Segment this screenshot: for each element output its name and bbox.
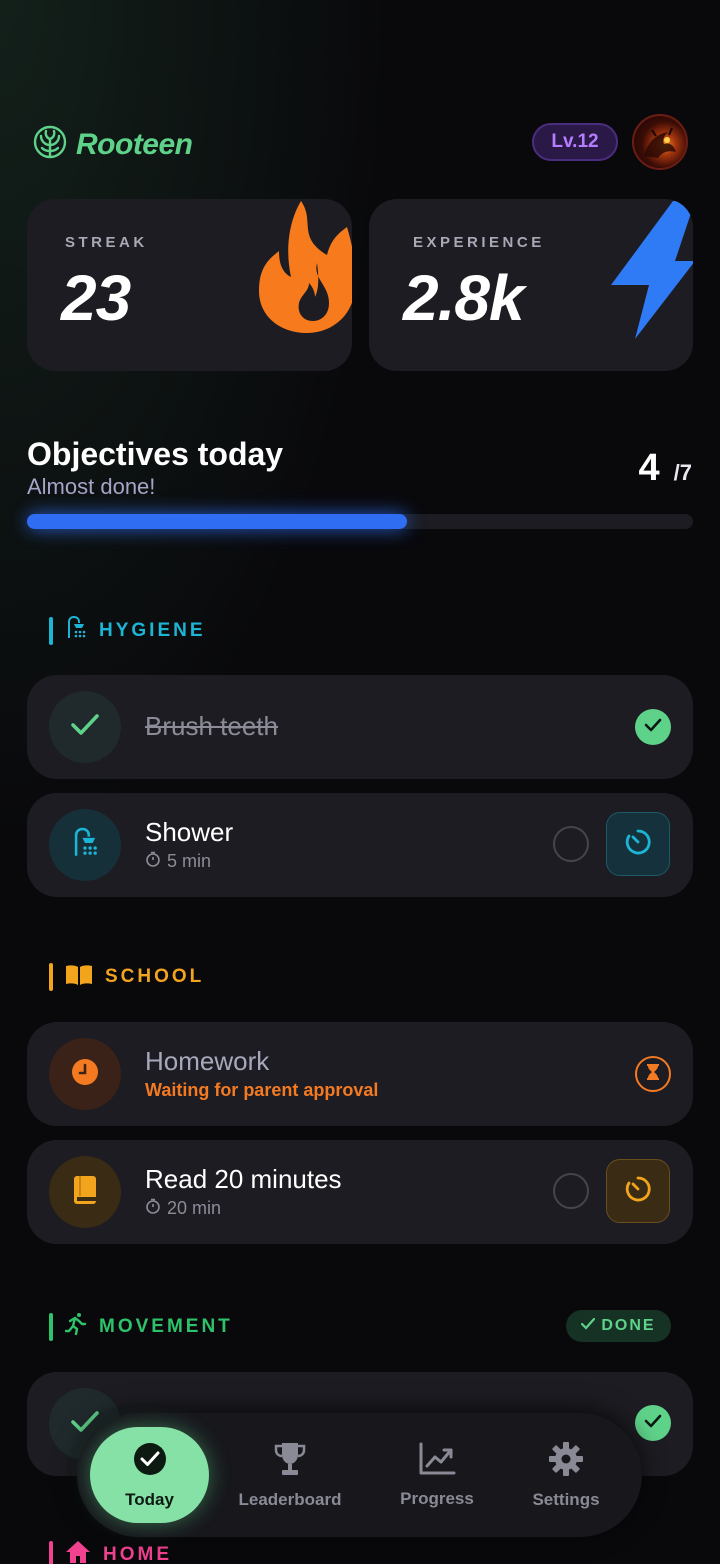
bottom-navigation: Today Leaderboard Progress Settings	[77, 1413, 642, 1537]
section-label: HOME	[103, 1543, 172, 1564]
objectives-progress-fill	[27, 514, 408, 529]
timer-icon	[624, 1175, 652, 1208]
nav-progress[interactable]: Progress	[387, 1413, 487, 1537]
task-status-icon	[49, 691, 121, 763]
section-label: HYGIENE	[99, 619, 206, 641]
shower-icon	[65, 615, 87, 645]
nav-label: Settings	[532, 1489, 600, 1509]
gear-icon	[548, 1441, 584, 1482]
streak-card[interactable]: STREAK 23	[27, 199, 352, 371]
book-open-icon	[65, 964, 93, 991]
streak-label: STREAK	[65, 234, 148, 251]
task-complete-checkbox[interactable]	[635, 1405, 671, 1441]
clock-icon	[71, 1058, 99, 1091]
trending-up-chart-icon	[418, 1442, 456, 1481]
task-brush-teeth[interactable]: Brush teeth	[27, 675, 693, 779]
check-circle-icon	[132, 1441, 168, 1482]
pending-approval-indicator	[635, 1056, 671, 1092]
level-badge[interactable]: Lv.12	[532, 123, 618, 161]
experience-card[interactable]: EXPERIENCE 2.8k	[369, 199, 693, 371]
objectives-count: 4 /7	[639, 447, 693, 490]
check-icon	[70, 712, 100, 743]
check-icon	[644, 1413, 662, 1434]
streak-value: 23	[61, 262, 131, 334]
objectives-total: /7	[673, 460, 692, 485]
nav-leaderboard[interactable]: Leaderboard	[233, 1413, 347, 1537]
house-icon	[65, 1540, 91, 1564]
app-name: Rooteen	[76, 127, 193, 161]
shower-icon	[71, 827, 99, 864]
section-accent-bar	[49, 1540, 53, 1564]
stopwatch-icon	[145, 1198, 161, 1219]
task-category-icon	[49, 1156, 121, 1228]
brand-logo: Rooteen	[32, 124, 193, 165]
task-title: Homework	[145, 1046, 270, 1076]
done-badge-label: DONE	[601, 1317, 656, 1334]
objectives-done-count: 4	[638, 447, 660, 489]
book-icon	[73, 1175, 97, 1210]
task-title: Brush teeth	[145, 711, 278, 741]
section-label: MOVEMENT	[99, 1315, 233, 1337]
tree-roots-icon	[32, 124, 68, 165]
section-accent-bar	[49, 616, 53, 645]
section-home: HOME	[49, 1540, 172, 1564]
task-homework[interactable]: Homework Waiting for parent approval	[27, 1022, 693, 1126]
experience-label: EXPERIENCE	[413, 234, 545, 251]
nav-settings[interactable]: Settings	[523, 1413, 609, 1537]
avatar[interactable]	[632, 114, 688, 170]
task-title: Shower	[145, 817, 234, 847]
task-status-icon	[49, 1038, 121, 1110]
task-title: Read 20 minutes	[145, 1164, 342, 1194]
task-read[interactable]: Read 20 minutes 20 min	[27, 1140, 693, 1244]
task-duration: 20 min	[145, 1198, 221, 1219]
task-duration-text: 5 min	[167, 851, 212, 871]
nav-today[interactable]: Today	[90, 1427, 209, 1523]
nav-label: Progress	[400, 1488, 474, 1508]
section-school: SCHOOL	[49, 963, 204, 991]
task-category-icon	[49, 809, 121, 881]
flame-icon	[257, 199, 352, 338]
timer-icon	[624, 828, 652, 861]
section-movement: MOVEMENT	[49, 1312, 233, 1341]
start-timer-button[interactable]	[606, 1159, 670, 1223]
nav-label: Leaderboard	[238, 1489, 342, 1509]
experience-value: 2.8k	[403, 262, 525, 334]
check-icon	[581, 1317, 596, 1335]
section-label: SCHOOL	[105, 966, 205, 987]
task-complete-checkbox[interactable]	[553, 1173, 589, 1209]
section-accent-bar	[49, 1312, 53, 1341]
start-timer-button[interactable]	[606, 812, 670, 876]
lightning-icon	[609, 201, 693, 344]
task-complete-checkbox[interactable]	[635, 709, 671, 745]
stopwatch-icon	[145, 851, 161, 872]
section-accent-bar	[49, 963, 53, 991]
nav-label: Today	[125, 1489, 174, 1509]
task-shower[interactable]: Shower 5 min	[27, 793, 693, 897]
task-status-text: Waiting for parent approval	[145, 1080, 379, 1100]
task-duration-text: 20 min	[167, 1198, 222, 1218]
task-duration: 5 min	[145, 851, 211, 872]
objectives-progress-bar	[27, 514, 693, 529]
check-icon	[644, 717, 662, 738]
running-icon	[64, 1312, 87, 1341]
objectives-title: Objectives today	[27, 436, 284, 472]
objectives-subtitle: Almost done!	[27, 474, 156, 499]
task-complete-checkbox[interactable]	[553, 826, 589, 862]
hourglass-icon	[647, 1063, 659, 1085]
section-done-badge: DONE	[566, 1310, 671, 1342]
trophy-icon	[273, 1441, 307, 1482]
section-hygiene: HYGIENE	[49, 615, 206, 645]
